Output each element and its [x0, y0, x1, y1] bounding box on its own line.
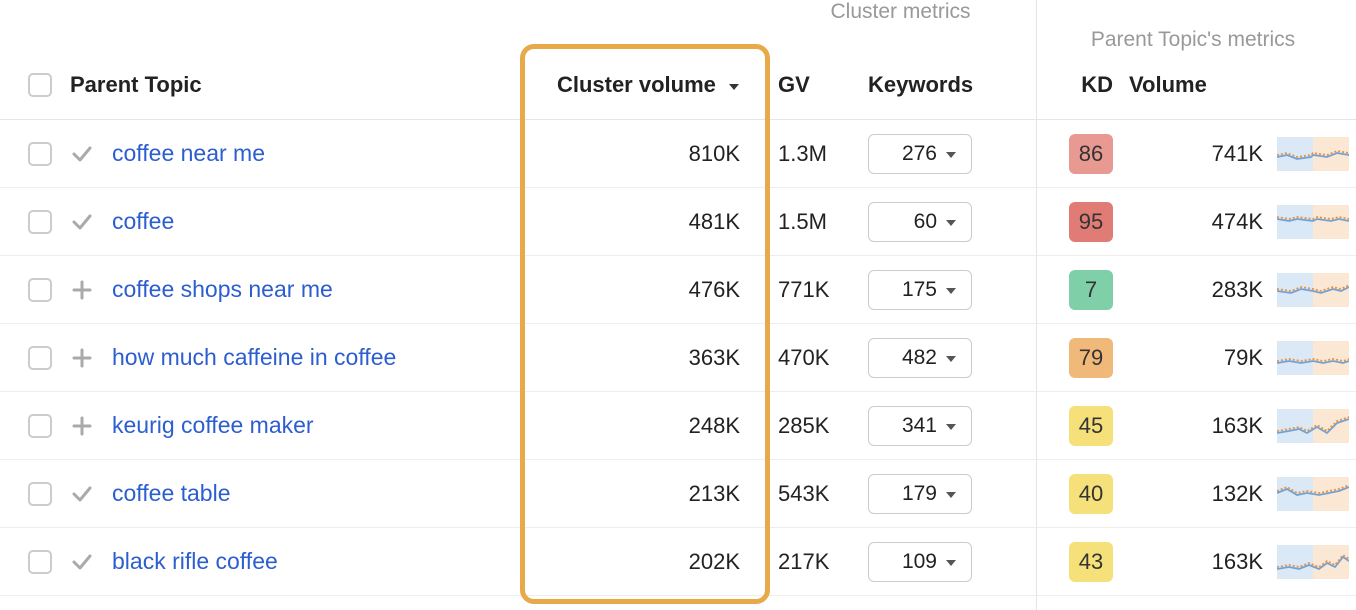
trend-sparkline: [1273, 137, 1353, 171]
gv-value: 217K: [768, 549, 868, 575]
gv-value: 1.5M: [768, 209, 868, 235]
header-gv[interactable]: GV: [768, 72, 868, 98]
header-cluster-volume[interactable]: Cluster volume: [528, 72, 768, 98]
parent-topic-link[interactable]: coffee shops near me: [112, 276, 333, 303]
cluster-volume-value: 248K: [528, 413, 768, 439]
kd-badge: 40: [1069, 474, 1113, 514]
volume-value: 283K: [1123, 277, 1273, 303]
row-checkbox[interactable]: [28, 346, 52, 370]
table-row: coffee near me 810K1.3M 276 86 741K: [0, 120, 1356, 188]
chevron-down-icon: [945, 550, 957, 574]
sort-desc-icon: [728, 72, 740, 98]
cluster-volume-value: 481K: [528, 209, 768, 235]
row-checkbox[interactable]: [28, 482, 52, 506]
plus-icon[interactable]: [70, 279, 94, 301]
header-keywords[interactable]: Keywords: [868, 72, 1033, 98]
table-row: coffee shops near me 476K771K 175 7 283K: [0, 256, 1356, 324]
parent-metrics-label: Parent Topic's metrics: [1033, 28, 1353, 56]
keywords-count: 276: [902, 142, 937, 166]
gv-value: 543K: [768, 481, 868, 507]
header-parent-topic[interactable]: Parent Topic: [70, 72, 202, 98]
check-icon[interactable]: [70, 210, 94, 234]
keywords-count: 482: [902, 346, 937, 370]
parent-topic-link[interactable]: coffee table: [112, 480, 231, 507]
kd-badge: 86: [1069, 134, 1113, 174]
keywords-dropdown[interactable]: 179: [868, 474, 972, 514]
volume-value: 163K: [1123, 413, 1273, 439]
parent-topic-link[interactable]: coffee near me: [112, 140, 265, 167]
check-icon[interactable]: [70, 142, 94, 166]
gv-value: 771K: [768, 277, 868, 303]
gv-value: 470K: [768, 345, 868, 371]
divider: [1036, 0, 1037, 610]
keywords-count: 175: [902, 278, 937, 302]
kd-badge: 45: [1069, 406, 1113, 446]
table-row: coffee 481K1.5M 60 95 474K: [0, 188, 1356, 256]
trend-sparkline: [1273, 273, 1353, 307]
cluster-volume-value: 202K: [528, 549, 768, 575]
cluster-volume-value: 810K: [528, 141, 768, 167]
chevron-down-icon: [945, 278, 957, 302]
chevron-down-icon: [945, 482, 957, 506]
check-icon[interactable]: [70, 550, 94, 574]
kd-badge: 43: [1069, 542, 1113, 582]
parent-topic-link[interactable]: how much caffeine in coffee: [112, 344, 396, 371]
parent-topic-link[interactable]: coffee: [112, 208, 174, 235]
header-kd[interactable]: KD: [1033, 72, 1123, 98]
kd-badge: 79: [1069, 338, 1113, 378]
kd-badge: 95: [1069, 202, 1113, 242]
check-icon[interactable]: [70, 482, 94, 506]
keywords-dropdown[interactable]: 109: [868, 542, 972, 582]
chevron-down-icon: [945, 210, 957, 234]
cluster-metrics-label: Cluster metrics: [768, 0, 1033, 28]
table-row: how much caffeine in coffee 363K470K 482 79…: [0, 324, 1356, 392]
keywords-dropdown[interactable]: 341: [868, 406, 972, 446]
parent-topic-link[interactable]: keurig coffee maker: [112, 412, 314, 439]
keyword-table: Cluster metrics Parent Topic's metrics P…: [0, 0, 1356, 596]
chevron-down-icon: [945, 346, 957, 370]
gv-value: 285K: [768, 413, 868, 439]
trend-sparkline: [1273, 341, 1353, 375]
cluster-volume-value: 363K: [528, 345, 768, 371]
trend-sparkline: [1273, 545, 1353, 579]
volume-value: 79K: [1123, 345, 1273, 371]
row-checkbox[interactable]: [28, 142, 52, 166]
volume-value: 474K: [1123, 209, 1273, 235]
chevron-down-icon: [945, 142, 957, 166]
keywords-dropdown[interactable]: 482: [868, 338, 972, 378]
volume-value: 163K: [1123, 549, 1273, 575]
table-header-row: Parent Topic Cluster volume GV Keywords …: [0, 50, 1356, 120]
keywords-count: 179: [902, 482, 937, 506]
row-checkbox[interactable]: [28, 278, 52, 302]
trend-sparkline: [1273, 409, 1353, 443]
row-checkbox[interactable]: [28, 210, 52, 234]
plus-icon[interactable]: [70, 347, 94, 369]
keywords-dropdown[interactable]: 276: [868, 134, 972, 174]
select-all-checkbox[interactable]: [28, 73, 52, 97]
table-row: keurig coffee maker 248K285K 341 45 163K: [0, 392, 1356, 460]
kd-badge: 7: [1069, 270, 1113, 310]
plus-icon[interactable]: [70, 415, 94, 437]
chevron-down-icon: [945, 414, 957, 438]
trend-sparkline: [1273, 477, 1353, 511]
keywords-count: 341: [902, 414, 937, 438]
row-checkbox[interactable]: [28, 414, 52, 438]
row-checkbox[interactable]: [28, 550, 52, 574]
gv-value: 1.3M: [768, 141, 868, 167]
header-volume[interactable]: Volume: [1123, 72, 1273, 98]
table-body: coffee near me 810K1.3M 276 86 741K coffee 481…: [0, 120, 1356, 596]
table-row: coffee table 213K543K 179 40 132K: [0, 460, 1356, 528]
keywords-count: 60: [914, 210, 937, 234]
trend-sparkline: [1273, 205, 1353, 239]
super-header-row: Cluster metrics Parent Topic's metrics: [0, 0, 1356, 50]
table-row: black rifle coffee 202K217K 109 43 163K: [0, 528, 1356, 596]
volume-value: 741K: [1123, 141, 1273, 167]
keywords-count: 109: [902, 550, 937, 574]
keywords-dropdown[interactable]: 175: [868, 270, 972, 310]
cluster-volume-value: 213K: [528, 481, 768, 507]
cluster-volume-value: 476K: [528, 277, 768, 303]
parent-topic-link[interactable]: black rifle coffee: [112, 548, 278, 575]
keywords-dropdown[interactable]: 60: [868, 202, 972, 242]
volume-value: 132K: [1123, 481, 1273, 507]
